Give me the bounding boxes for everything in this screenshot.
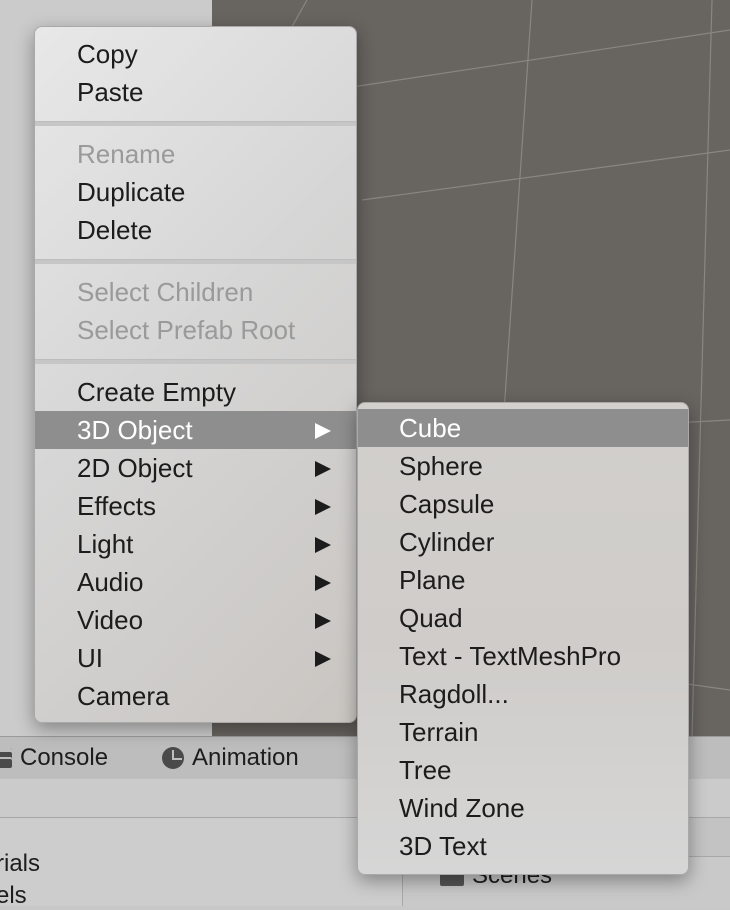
submenu-arrow-icon xyxy=(315,461,331,477)
project-folder-tree xyxy=(0,818,403,906)
submenu-item-cylinder[interactable]: Cylinder xyxy=(358,523,688,561)
menu-item-label: Rename xyxy=(77,139,176,169)
menu-item-duplicate[interactable]: Duplicate xyxy=(35,173,356,211)
submenu-item-text-textmeshpro[interactable]: Text - TextMeshPro xyxy=(358,637,688,675)
menu-separator xyxy=(35,121,356,126)
submenu-item-quad[interactable]: Quad xyxy=(358,599,688,637)
menu-item-label: Select Children xyxy=(77,277,254,307)
menu-item-light[interactable]: Light xyxy=(35,525,356,563)
submenu-item-ragdoll[interactable]: Ragdoll... xyxy=(358,675,688,713)
menu-item-label: Delete xyxy=(77,215,153,245)
submenu-item-terrain[interactable]: Terrain xyxy=(358,713,688,751)
menu-item-label: Effects xyxy=(77,491,157,521)
animation-clock-icon xyxy=(162,747,184,769)
tab-animation-label: Animation xyxy=(192,744,299,771)
menu-item-label: Duplicate xyxy=(77,177,186,207)
submenu-item-sphere[interactable]: Sphere xyxy=(358,447,688,485)
menu-item-ui[interactable]: UI xyxy=(35,639,356,677)
tab-animation[interactable]: Animation xyxy=(162,737,299,779)
menu-item-label: Paste xyxy=(77,77,144,107)
menu-item-rename: Rename xyxy=(35,135,356,173)
menu-item-label: Quad xyxy=(399,603,463,633)
folder-tree-item-materials[interactable]: rials xyxy=(0,850,40,878)
menu-item-label: Wind Zone xyxy=(399,793,525,823)
context-menu: Copy Paste Rename Duplicate Delete Selec… xyxy=(34,26,357,723)
menu-item-delete[interactable]: Delete xyxy=(35,211,356,249)
menu-item-label: Text - TextMeshPro xyxy=(399,641,622,671)
submenu-3d-object: Cube Sphere Capsule Cylinder Plane Quad … xyxy=(357,402,689,875)
submenu-arrow-icon xyxy=(315,537,331,553)
menu-item-label: Cube xyxy=(399,413,462,443)
menu-item-camera[interactable]: Camera xyxy=(35,677,356,715)
menu-item-label: 3D Text xyxy=(399,831,487,861)
tab-console[interactable]: Console xyxy=(0,737,108,779)
menu-separator xyxy=(35,259,356,264)
submenu-item-plane[interactable]: Plane xyxy=(358,561,688,599)
menu-item-2d-object[interactable]: 2D Object xyxy=(35,449,356,487)
menu-item-copy[interactable]: Copy xyxy=(35,35,356,73)
submenu-arrow-icon xyxy=(315,651,331,667)
menu-item-label: Plane xyxy=(399,565,466,595)
menu-item-label: UI xyxy=(77,643,103,673)
menu-item-label: Tree xyxy=(399,755,452,785)
console-icon xyxy=(0,748,12,768)
submenu-item-wind-zone[interactable]: Wind Zone xyxy=(358,789,688,827)
menu-item-label: Video xyxy=(77,605,144,635)
menu-item-label: Cylinder xyxy=(399,527,495,557)
menu-item-label: Select Prefab Root xyxy=(77,315,296,345)
submenu-item-3d-text[interactable]: 3D Text xyxy=(358,827,688,865)
menu-item-label: Capsule xyxy=(399,489,495,519)
menu-item-label: Sphere xyxy=(399,451,483,481)
submenu-arrow-icon xyxy=(315,423,331,439)
menu-item-create-empty[interactable]: Create Empty xyxy=(35,373,356,411)
submenu-item-capsule[interactable]: Capsule xyxy=(358,485,688,523)
menu-item-label: Terrain xyxy=(399,717,479,747)
menu-item-label: Create Empty xyxy=(77,377,236,407)
submenu-item-cube[interactable]: Cube xyxy=(358,409,688,447)
menu-item-label: Copy xyxy=(77,39,138,69)
menu-item-effects[interactable]: Effects xyxy=(35,487,356,525)
submenu-item-tree[interactable]: Tree xyxy=(358,751,688,789)
menu-item-paste[interactable]: Paste xyxy=(35,73,356,111)
submenu-arrow-icon xyxy=(315,613,331,629)
menu-item-label: 2D Object xyxy=(77,453,193,483)
menu-item-audio[interactable]: Audio xyxy=(35,563,356,601)
menu-separator xyxy=(35,359,356,364)
menu-item-label: Audio xyxy=(77,567,144,597)
menu-item-select-prefab-root: Select Prefab Root xyxy=(35,311,356,349)
submenu-arrow-icon xyxy=(315,499,331,515)
menu-item-3d-object[interactable]: 3D Object xyxy=(35,411,356,449)
tab-console-label: Console xyxy=(20,744,109,771)
menu-item-label: Light xyxy=(77,529,134,559)
submenu-arrow-icon xyxy=(315,575,331,591)
menu-item-label: Camera xyxy=(77,681,170,711)
menu-item-video[interactable]: Video xyxy=(35,601,356,639)
menu-item-label: Ragdoll... xyxy=(399,679,509,709)
menu-item-label: 3D Object xyxy=(77,415,193,445)
menu-item-select-children: Select Children xyxy=(35,273,356,311)
